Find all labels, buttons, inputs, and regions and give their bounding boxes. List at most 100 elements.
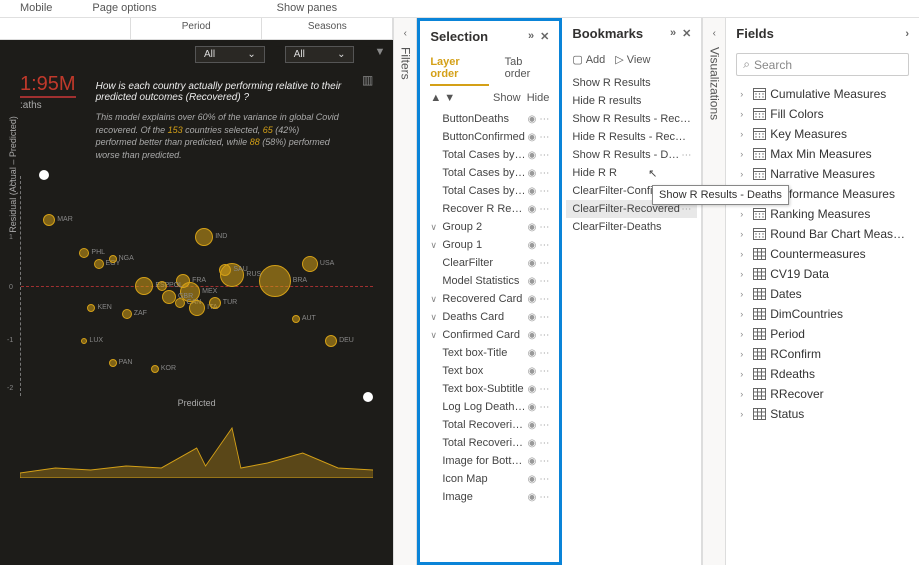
field-table[interactable]: ›Ranking Measures: [730, 204, 915, 224]
data-point[interactable]: [175, 298, 185, 308]
bookmark-item[interactable]: Hide R R↖: [566, 164, 697, 182]
eye-icon[interactable]: ◉: [528, 222, 537, 233]
selection-item[interactable]: Image for Bottom Vis…◉⋯: [424, 452, 555, 470]
more-icon[interactable]: ⋯: [539, 222, 549, 233]
tab-tab-order[interactable]: Tab order: [505, 52, 550, 86]
more-icon[interactable]: ⋯: [539, 168, 549, 179]
more-icon[interactable]: ⋯: [539, 186, 549, 197]
eye-icon[interactable]: ◉: [528, 294, 537, 305]
bookmark-item[interactable]: Hide R Results - Reco…: [566, 128, 697, 146]
data-point[interactable]: [209, 297, 221, 309]
selection-item[interactable]: Log Log Deaths - Pre…◉⋯: [424, 398, 555, 416]
selection-item[interactable]: Icon Map◉⋯: [424, 470, 555, 488]
selection-item[interactable]: Total Recoveries by D…◉⋯: [424, 434, 555, 452]
selection-item[interactable]: Total Recoveries by C…◉⋯: [424, 416, 555, 434]
selection-item[interactable]: Image◉⋯: [424, 488, 555, 506]
visualizations-pane-collapsed[interactable]: ‹ Visualizations: [702, 18, 726, 565]
field-table[interactable]: ›Dates: [730, 284, 915, 304]
ribbon-show-panes[interactable]: Show panes: [257, 0, 358, 17]
fields-search-input[interactable]: ⌕ Search: [736, 53, 909, 76]
more-icon[interactable]: ⋯: [539, 492, 549, 503]
field-table[interactable]: ›Period: [730, 324, 915, 344]
eye-icon[interactable]: ◉: [528, 366, 537, 377]
more-icon[interactable]: ⋯: [539, 150, 549, 161]
field-table[interactable]: ›Rdeaths: [730, 364, 915, 384]
add-bookmark-button[interactable]: ▢Add: [572, 53, 605, 66]
move-down-icon[interactable]: ▼: [444, 92, 455, 104]
more-icon[interactable]: ⋯: [539, 240, 549, 251]
bookmark-item[interactable]: Hide R results: [566, 92, 697, 110]
data-point[interactable]: [259, 265, 291, 297]
selection-item[interactable]: Recover R Results◉⋯: [424, 200, 555, 218]
filter-icon[interactable]: ▼: [374, 46, 393, 63]
eye-icon[interactable]: ◉: [528, 312, 537, 323]
eye-icon[interactable]: ◉: [528, 132, 537, 143]
selection-item[interactable]: ∨Group 1◉⋯: [424, 236, 555, 254]
field-table[interactable]: ›RRecover: [730, 384, 915, 404]
bookmark-item[interactable]: Show R Results: [566, 74, 697, 92]
selection-item[interactable]: Text box-Subtitle◉⋯: [424, 380, 555, 398]
more-icon[interactable]: ⋯: [539, 348, 549, 359]
eye-icon[interactable]: ◉: [528, 438, 537, 449]
more-icon[interactable]: ⋯: [539, 384, 549, 395]
selection-item[interactable]: ∨Group 2◉⋯: [424, 218, 555, 236]
more-icon[interactable]: ⋯: [539, 312, 549, 323]
eye-icon[interactable]: ◉: [528, 420, 537, 431]
selection-item[interactable]: ∨Confirmed Card◉⋯: [424, 326, 555, 344]
period-dropdown[interactable]: All⌄: [195, 46, 265, 63]
eye-icon[interactable]: ◉: [528, 474, 537, 485]
data-point[interactable]: [109, 359, 117, 367]
eye-icon[interactable]: ◉: [528, 492, 537, 503]
close-icon[interactable]: ✕: [682, 27, 691, 40]
data-point[interactable]: [325, 335, 337, 347]
selection-item[interactable]: ButtonDeaths◉⋯: [424, 110, 555, 128]
seasons-dropdown[interactable]: All⌄: [285, 46, 355, 63]
eye-icon[interactable]: ◉: [528, 168, 537, 179]
more-icon[interactable]: ⋯: [539, 204, 549, 215]
expand-icon[interactable]: »: [670, 27, 676, 40]
data-point[interactable]: [81, 338, 87, 344]
eye-icon[interactable]: ◉: [528, 114, 537, 125]
selection-item[interactable]: Text box-Title◉⋯: [424, 344, 555, 362]
more-icon[interactable]: ⋯: [539, 114, 549, 125]
field-table[interactable]: ›Key Measures: [730, 124, 915, 144]
selection-item[interactable]: Total Cases by Status …◉⋯: [424, 146, 555, 164]
eye-icon[interactable]: ◉: [528, 456, 537, 467]
ribbon-page-options[interactable]: Page options: [72, 0, 176, 17]
ribbon-mobile[interactable]: Mobile: [0, 0, 72, 17]
selection-item[interactable]: Model Statistics◉⋯: [424, 272, 555, 290]
view-bookmark-button[interactable]: ▷View: [615, 53, 650, 66]
more-icon[interactable]: ⋯: [539, 294, 549, 305]
eye-icon[interactable]: ◉: [528, 402, 537, 413]
field-table[interactable]: ›Max Min Measures: [730, 144, 915, 164]
more-icon[interactable]: ⋯: [539, 402, 549, 413]
data-point[interactable]: [292, 315, 300, 323]
field-table[interactable]: ›Countermeasures: [730, 244, 915, 264]
filters-pane-collapsed[interactable]: ‹ Filters: [393, 18, 417, 565]
data-point[interactable]: [109, 255, 117, 263]
selection-item[interactable]: ButtonConfirmed◉⋯: [424, 128, 555, 146]
close-icon[interactable]: ✕: [540, 30, 549, 43]
more-icon[interactable]: ⋯: [539, 258, 549, 269]
move-up-icon[interactable]: ▲: [430, 92, 441, 104]
data-point[interactable]: [162, 290, 176, 304]
more-icon[interactable]: ⋯: [681, 150, 691, 161]
show-button[interactable]: Show: [493, 92, 521, 104]
eye-icon[interactable]: ◉: [528, 258, 537, 269]
selection-item[interactable]: Total Cases by Status …◉⋯: [424, 182, 555, 200]
data-point[interactable]: [79, 248, 89, 258]
field-table[interactable]: ›Fill Colors: [730, 104, 915, 124]
eye-icon[interactable]: ◉: [528, 150, 537, 161]
data-point[interactable]: [122, 309, 132, 319]
selection-item[interactable]: Total Cases by Status …◉⋯: [424, 164, 555, 182]
field-table[interactable]: ›DimCountries: [730, 304, 915, 324]
field-table[interactable]: ›Narrative Measures: [730, 164, 915, 184]
eye-icon[interactable]: ◉: [528, 348, 537, 359]
selection-item[interactable]: ClearFilter◉⋯: [424, 254, 555, 272]
selection-item[interactable]: ∨Deaths Card◉⋯: [424, 308, 555, 326]
more-icon[interactable]: ⋯: [539, 132, 549, 143]
chart-toggle-icon[interactable]: ▥: [362, 73, 373, 161]
chevron-right-icon[interactable]: ›: [905, 28, 909, 40]
bookmark-item[interactable]: Show R Results - Reco…: [566, 110, 697, 128]
eye-icon[interactable]: ◉: [528, 204, 537, 215]
